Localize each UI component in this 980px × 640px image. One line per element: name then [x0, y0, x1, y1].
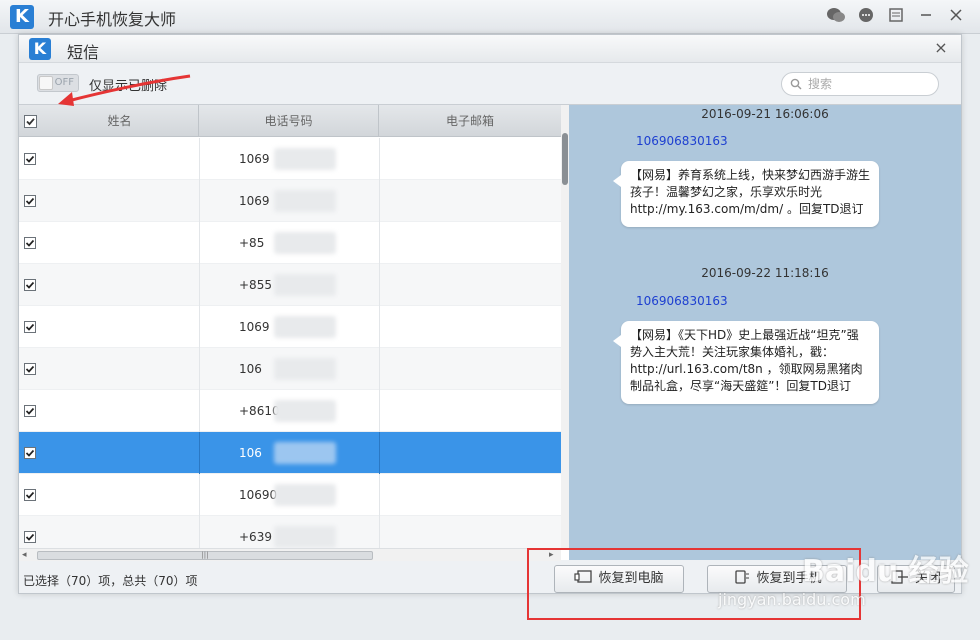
- table-row[interactable]: 106: [19, 432, 561, 474]
- table-row[interactable]: 1069: [19, 180, 561, 222]
- redaction-blur: [274, 358, 336, 380]
- close-icon[interactable]: [946, 7, 966, 27]
- app-logo: K: [10, 5, 34, 29]
- scroll-left-icon[interactable]: ◂: [22, 549, 27, 561]
- app-title: 开心手机恢复大师: [48, 10, 177, 29]
- table-row[interactable]: 1069: [19, 138, 561, 180]
- contacts-table: 姓名 电话号码 电子邮箱 1069 1069 +85 +855 1069 106 +8610…: [19, 104, 569, 561]
- vertical-scroll-thumb[interactable]: [562, 133, 568, 185]
- horizontal-scrollbar[interactable]: ◂ ||| ▸: [19, 548, 561, 561]
- conversation-pane: 2016-09-21 16:06:06 106906830163 【网易】养育系…: [569, 104, 961, 560]
- table-row[interactable]: +8610: [19, 390, 561, 432]
- row-checkbox[interactable]: [24, 195, 36, 207]
- table-row[interactable]: +855: [19, 264, 561, 306]
- dialog-title: 短信: [67, 43, 100, 62]
- vertical-scrollbar[interactable]: [561, 105, 569, 548]
- column-separator: [379, 390, 380, 432]
- column-separator: [379, 180, 380, 222]
- watermark-url: jingyan.baidu.com: [718, 590, 866, 609]
- column-header-email[interactable]: 电子邮箱: [379, 105, 561, 137]
- column-header-phone[interactable]: 电话号码: [199, 105, 379, 137]
- annotation-arrow-icon: [58, 74, 191, 106]
- dialog-titlebar: K 短信 ×: [19, 35, 961, 63]
- app-titlebar: K 开心手机恢复大师: [0, 0, 980, 34]
- toggle-knob: [39, 76, 53, 90]
- column-separator: [379, 516, 380, 548]
- search-input[interactable]: [808, 76, 932, 92]
- row-checkbox[interactable]: [24, 363, 36, 375]
- column-separator: [379, 432, 380, 474]
- table-row[interactable]: 106: [19, 348, 561, 390]
- search-box[interactable]: [781, 72, 939, 96]
- app-window-controls: [826, 7, 966, 27]
- table-body: 1069 1069 +85 +855 1069 106 +8610 106 10690 +639: [19, 138, 561, 548]
- table-row[interactable]: +85: [19, 222, 561, 264]
- table-row[interactable]: 10690: [19, 474, 561, 516]
- watermark-brand: Baidu 经验: [802, 554, 969, 589]
- message-bubble: 【网易】养育系统上线，快来梦幻西游手游生孩子！温馨梦幻之家，乐享欢乐时光 htt…: [613, 161, 879, 227]
- message-sender[interactable]: 106906830163: [636, 134, 728, 148]
- selection-status: 已选择（70）项，总共（70）项: [23, 574, 198, 588]
- chat-icon[interactable]: [856, 7, 876, 27]
- row-checkbox[interactable]: [24, 153, 36, 165]
- redaction-blur: [274, 400, 336, 422]
- row-checkbox[interactable]: [24, 531, 36, 543]
- redaction-blur: [274, 484, 336, 506]
- message-timestamp: 2016-09-21 16:06:06: [701, 107, 829, 121]
- select-all-checkbox[interactable]: [24, 115, 37, 128]
- row-checkbox[interactable]: [24, 447, 36, 459]
- redaction-blur: [274, 232, 336, 254]
- redaction-blur: [274, 526, 336, 548]
- row-checkbox[interactable]: [24, 489, 36, 501]
- watermark: Baidu 经验 jingyan.baidu.com: [706, 540, 976, 620]
- row-checkbox[interactable]: [24, 405, 36, 417]
- column-separator: [379, 138, 380, 180]
- dialog-logo: K: [29, 38, 51, 60]
- row-checkbox[interactable]: [24, 279, 36, 291]
- column-separator: [379, 222, 380, 264]
- minimize-icon[interactable]: [916, 7, 936, 27]
- column-separator: [379, 264, 380, 306]
- column-separator: [379, 348, 380, 390]
- search-icon: [790, 78, 802, 90]
- table-row[interactable]: 1069: [19, 306, 561, 348]
- table-row[interactable]: +639: [19, 516, 561, 548]
- redaction-blur: [274, 316, 336, 338]
- row-checkbox[interactable]: [24, 237, 36, 249]
- column-separator: [379, 306, 380, 348]
- message-timestamp: 2016-09-22 11:18:16: [701, 266, 829, 280]
- message-bubble: 【网易】《天下HD》史上最强近战“坦克”强势入主大荒！关注玩家集体婚礼，戳：ht…: [613, 321, 879, 404]
- column-separator: [379, 474, 380, 516]
- dialog-close-icon[interactable]: ×: [931, 38, 951, 58]
- redaction-blur: [274, 190, 336, 212]
- row-checkbox[interactable]: [24, 321, 36, 333]
- sms-dialog: K 短信 × OFF 仅显示已删除 姓名 电话号码 电子邮箱 10691069+…: [18, 34, 962, 594]
- redaction-blur: [274, 442, 336, 464]
- message-sender[interactable]: 106906830163: [636, 294, 728, 308]
- redaction-blur: [274, 148, 336, 170]
- wechat-icon[interactable]: [826, 7, 846, 27]
- redaction-blur: [274, 274, 336, 296]
- menu-icon[interactable]: [886, 7, 906, 27]
- horizontal-scroll-thumb[interactable]: |||: [37, 551, 373, 560]
